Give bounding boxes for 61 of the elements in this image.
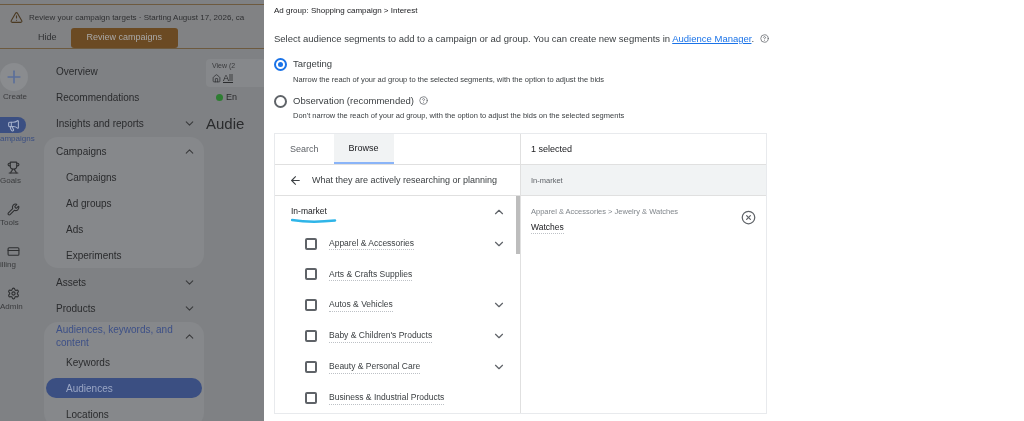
nav-item[interactable]: Insights and reports — [44, 110, 204, 136]
category-label[interactable]: Arts & Crafts Supplies — [329, 267, 413, 282]
nav-item[interactable]: Recommendations — [44, 84, 204, 110]
trophy-icon — [6, 160, 20, 174]
checkbox[interactable] — [305, 330, 317, 343]
radio-label[interactable]: Targeting — [293, 57, 333, 72]
rail-item[interactable]: Admin — [0, 285, 40, 313]
warning-icon — [10, 11, 23, 24]
category-label[interactable]: Beauty & Personal Care — [329, 360, 421, 374]
category-label[interactable]: Baby & Children's Products — [329, 329, 433, 343]
nav-subitem[interactable]: Ad groups — [44, 190, 204, 216]
scrollbar-thumb[interactable] — [516, 196, 520, 255]
radio-button[interactable] — [274, 94, 287, 108]
view-link[interactable]: All — [223, 71, 233, 85]
review-campaigns-button[interactable]: Review campaigns — [70, 28, 179, 48]
banner-text: Review your campaign targets · Starting August 17, 2026, ca — [29, 11, 245, 24]
nav-subitem[interactable]: Locations — [44, 401, 204, 421]
radio-button[interactable] — [274, 58, 287, 72]
settings-icon — [6, 286, 20, 300]
page-heading: Audie — [206, 113, 246, 134]
group-label[interactable]: In-market — [291, 205, 337, 218]
radio-label[interactable]: Observation (recommended) — [293, 93, 414, 108]
tab[interactable]: Search — [275, 134, 334, 165]
nav-subitem[interactable]: Campaigns — [44, 164, 204, 190]
checkbox[interactable] — [305, 391, 317, 404]
checkbox[interactable] — [305, 361, 317, 373]
description: Select audience segments to add to a campaign or ad group. You can create new segments in Audience Manager. — [274, 32, 1024, 47]
checkbox[interactable] — [305, 237, 317, 250]
checkbox[interactable] — [305, 268, 317, 281]
nav-item[interactable]: Audiences, keywords, and content — [44, 323, 204, 349]
rail-label: Create — [3, 91, 27, 103]
nav-item[interactable]: Campaigns — [44, 138, 204, 164]
back-arrow-icon[interactable] — [289, 173, 302, 187]
card-icon — [6, 244, 20, 258]
selected-segment: Watches — [531, 220, 564, 235]
nav-item[interactable]: Overview — [44, 58, 204, 84]
rail-item[interactable]: Tools — [0, 201, 40, 229]
hide-link[interactable]: Hide — [38, 31, 57, 45]
category-title: What they are actively researching or planning — [312, 173, 498, 187]
nav-subitem[interactable]: Experiments — [44, 242, 204, 268]
checkbox[interactable] — [305, 299, 317, 312]
highlight-stroke — [291, 217, 337, 223]
nav-subitem[interactable]: Keywords — [44, 349, 204, 375]
nav-item[interactable]: Assets — [44, 269, 204, 295]
megaphone-icon — [6, 118, 20, 132]
category-label[interactable]: Autos & Vehicles — [329, 298, 393, 313]
status-text: En — [226, 91, 237, 104]
nav-item[interactable]: Products — [44, 295, 204, 321]
tab[interactable]: Browse — [333, 134, 394, 165]
breadcrumb: Ad group: Shopping campaign > Interest — [274, 5, 419, 17]
selected-count: 1 selected — [531, 142, 573, 156]
category-label[interactable]: Apparel & Accessories — [329, 236, 415, 251]
home-icon — [212, 73, 221, 83]
remove-icon[interactable] — [741, 210, 756, 226]
help-icon[interactable] — [760, 34, 770, 43]
help-icon[interactable] — [418, 96, 428, 106]
rail-item[interactable]: ampaigns — [0, 117, 40, 145]
wrench-icon — [6, 202, 20, 216]
category-label[interactable]: Business & Industrial Products — [329, 391, 445, 405]
nav-subitem[interactable]: Ads — [44, 216, 204, 242]
nav-subitem[interactable]: Audiences — [46, 378, 202, 398]
